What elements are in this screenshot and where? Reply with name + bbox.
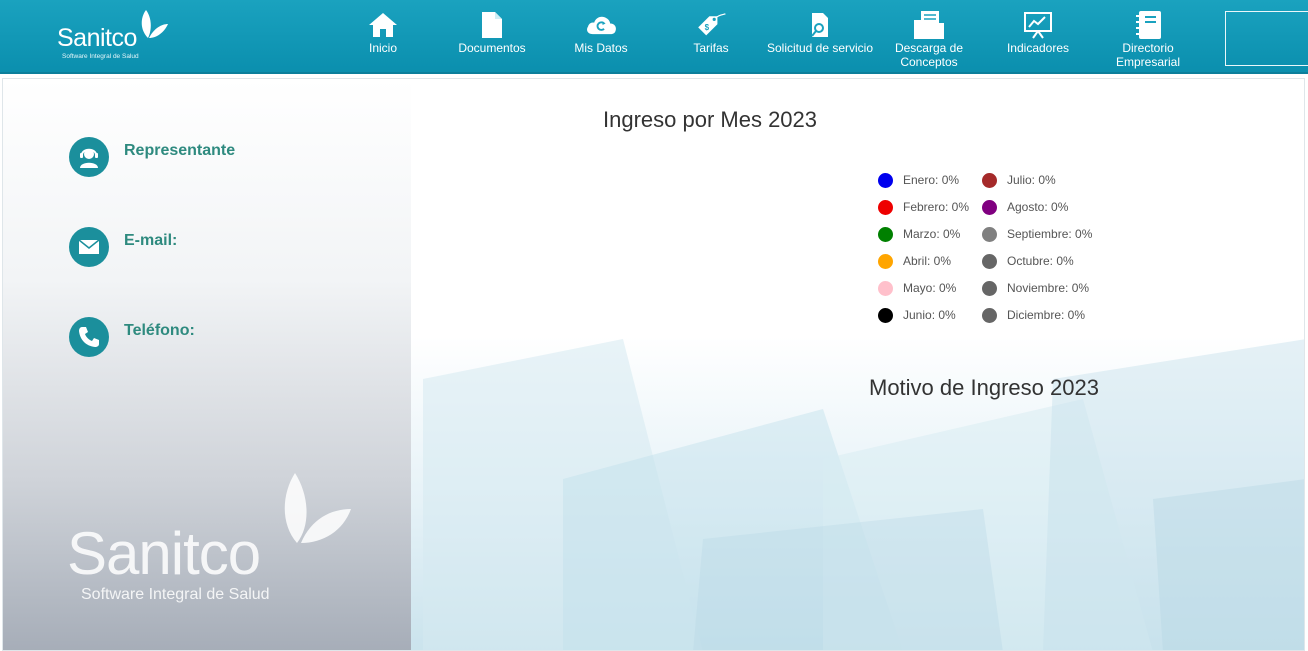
nav-label: Inicio — [368, 41, 397, 55]
cloud-refresh-icon — [585, 10, 617, 40]
nav-label: Solicitud de servicio — [766, 41, 874, 55]
phone-icon — [69, 317, 109, 357]
legend-item: Diciembre: 0% — [982, 307, 1085, 323]
legend-item: Agosto: 0% — [982, 199, 1068, 215]
watermark-logo: Sanitco Software Integral de Salud — [67, 469, 367, 609]
watermark-tagline: Software Integral de Salud — [81, 586, 270, 603]
legend-item: Abril: 0% — [878, 253, 951, 269]
nav-tarifas[interactable]: $ Tarifas — [680, 10, 742, 70]
brand-name: Sanitco — [57, 24, 137, 52]
reason-chart-title: Motivo de Ingreso 2023 — [869, 375, 1099, 400]
nav-documentos[interactable]: Documentos — [452, 10, 532, 70]
legend-swatch — [878, 172, 893, 188]
legend-swatch — [982, 172, 997, 188]
legend-swatch — [878, 226, 893, 242]
legend-label: Diciembre: 0% — [1007, 308, 1086, 322]
legend-swatch — [982, 226, 997, 242]
representante-label: Representante — [124, 142, 236, 159]
contact-representante: Representante — [69, 137, 235, 177]
legend-item: Marzo: 0% — [878, 226, 960, 242]
brand-tagline: Software Integral de Salud — [62, 53, 139, 60]
legend-item: Febrero: 0% — [878, 199, 969, 215]
legend-label: Octubre: 0% — [1007, 254, 1074, 268]
contact-telefono: Teléfono: — [69, 317, 195, 357]
legend-swatch — [878, 307, 893, 323]
legend-label: Julio: 0% — [1007, 173, 1056, 187]
legend-label: Febrero: 0% — [903, 200, 970, 214]
legend-item: Junio: 0% — [878, 307, 956, 323]
presentation-chart-icon — [1022, 10, 1054, 40]
nav-label: Mis Datos — [574, 41, 628, 55]
support-agent-icon — [69, 137, 109, 177]
legend-item: Enero: 0% — [878, 172, 959, 188]
brand-logo[interactable]: Sanitco Software Integral de Salud — [57, 8, 177, 64]
legend-item: Octubre: 0% — [982, 253, 1074, 269]
nav-label: Descarga de Conceptos — [894, 41, 964, 69]
legend-swatch — [878, 280, 893, 296]
legend-label: Marzo: 0% — [903, 227, 961, 241]
telefono-label: Teléfono: — [124, 322, 195, 339]
legend-label: Abril: 0% — [903, 254, 952, 268]
price-tag-icon: $ — [695, 10, 727, 40]
folder-download-icon — [913, 10, 945, 40]
legend-item: Mayo: 0% — [878, 280, 956, 296]
legend-label: Agosto: 0% — [1007, 200, 1069, 214]
legend-item: Noviembre: 0% — [982, 280, 1089, 296]
legend-label: Septiembre: 0% — [1007, 227, 1093, 241]
contact-email: E-mail: — [69, 227, 177, 267]
nav-descarga-de-conceptos[interactable]: Descarga de Conceptos — [884, 10, 974, 70]
legend-label: Mayo: 0% — [903, 281, 957, 295]
legend-swatch — [982, 199, 997, 215]
contact-panel: Representante E-mail: Teléfono: Sanitco … — [3, 79, 411, 650]
legend-label: Junio: 0% — [903, 308, 956, 322]
email-label: E-mail: — [124, 232, 178, 249]
legend-swatch — [982, 253, 997, 269]
legend-swatch — [878, 199, 893, 215]
leaf-logo-icon — [284, 473, 351, 543]
user-menu-box[interactable] — [1225, 11, 1308, 66]
legend-label: Enero: 0% — [903, 173, 960, 187]
nav-mis-datos[interactable]: Mis Datos — [566, 10, 636, 70]
envelope-icon — [69, 227, 109, 267]
svg-text:$: $ — [705, 23, 710, 32]
legend-swatch — [982, 280, 997, 296]
document-search-icon — [804, 10, 836, 40]
legend-label: Noviembre: 0% — [1007, 281, 1090, 295]
top-navigation-bar: Sanitco Software Integral de Salud Inici… — [0, 0, 1308, 74]
leaf-logo-icon — [141, 10, 168, 38]
main-content: Representante E-mail: Teléfono: Sanitco … — [2, 78, 1305, 651]
nav-label: Indicadores — [1006, 41, 1070, 55]
legend-item: Julio: 0% — [982, 172, 1056, 188]
document-icon — [476, 10, 508, 40]
nav-indicadores[interactable]: Indicadores — [1000, 10, 1076, 70]
nav-label: Documentos — [458, 41, 526, 55]
monthly-chart-legend: Enero: 0% Febrero: 0% Marzo: 0% Abril: 0% Ma… — [878, 172, 1118, 342]
watermark-brand-name: Sanitco — [67, 520, 261, 587]
nav-label: Directorio Empresarial — [1115, 41, 1181, 69]
nav-directorio-empresarial[interactable]: Directorio Empresarial — [1102, 10, 1194, 70]
home-icon — [367, 10, 399, 40]
notebook-icon — [1132, 10, 1164, 40]
legend-swatch — [878, 253, 893, 269]
monthly-chart-title: Ingreso por Mes 2023 — [603, 107, 818, 132]
nav-label: Tarifas — [693, 41, 729, 55]
legend-swatch — [982, 307, 997, 323]
legend-item: Septiembre: 0% — [982, 226, 1092, 242]
nav-solicitud-de-servicio[interactable]: Solicitud de servicio — [762, 10, 878, 70]
nav-inicio[interactable]: Inicio — [353, 10, 413, 70]
